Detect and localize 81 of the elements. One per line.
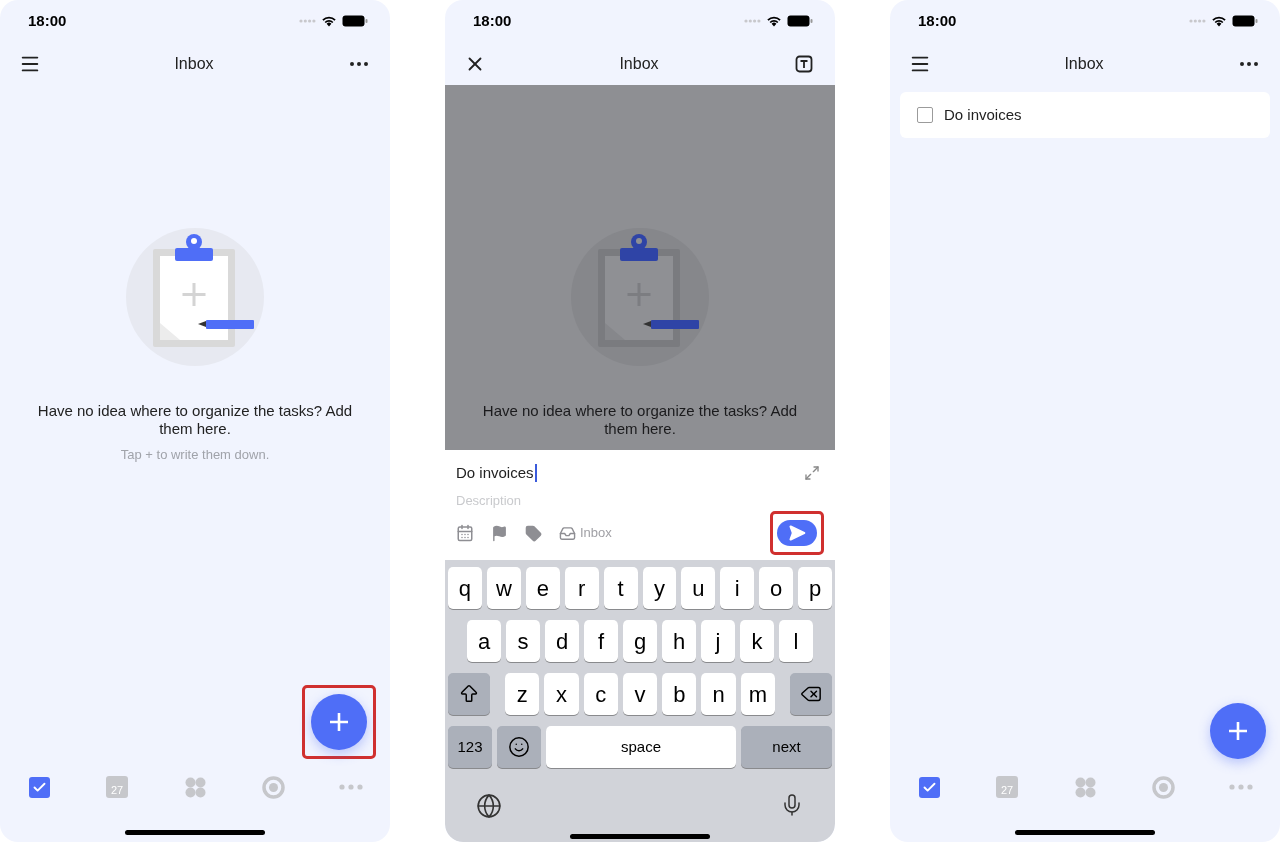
send-icon: [788, 524, 806, 542]
task-row[interactable]: Do invoices: [900, 92, 1270, 138]
checkbox-tab-icon: [28, 776, 50, 798]
keyboard-key[interactable]: l: [779, 620, 813, 662]
keyboard-key[interactable]: s: [506, 620, 540, 662]
keyboard-key[interactable]: b: [662, 673, 697, 715]
battery-icon: [1232, 15, 1258, 27]
shift-arrow-icon: [458, 683, 480, 705]
keyboard-key[interactable]: i: [720, 567, 755, 609]
keyboard-key[interactable]: m: [740, 673, 775, 715]
space-key[interactable]: space: [546, 726, 736, 768]
task-checkbox[interactable]: [917, 107, 933, 123]
screen-title: Inbox: [174, 53, 214, 74]
keyboard-key[interactable]: j: [701, 620, 735, 662]
shift-key[interactable]: [448, 673, 490, 715]
keyboard-key[interactable]: f: [584, 620, 618, 662]
keyboard-key[interactable]: h: [662, 620, 696, 662]
signal-icon: [744, 19, 761, 23]
keyboard-key[interactable]: d: [545, 620, 579, 662]
task-title: Do invoices: [944, 104, 1022, 125]
empty-state-hint: Tap + to write them down.: [120, 446, 270, 464]
text-box-icon: [795, 54, 813, 73]
keyboard-key[interactable]: z: [505, 673, 540, 715]
target-icon: [261, 775, 285, 799]
keyboard-key[interactable]: e: [525, 567, 560, 609]
send-button[interactable]: [777, 520, 817, 546]
emoji-key[interactable]: [497, 726, 541, 768]
add-task-button[interactable]: [311, 694, 367, 750]
task-title-field[interactable]: Do invoices: [456, 462, 537, 485]
keyboard-key[interactable]: o: [759, 567, 794, 609]
keyboard-key[interactable]: k: [740, 620, 774, 662]
keyboard-key[interactable]: n: [701, 673, 736, 715]
keyboard-key[interactable]: t: [603, 567, 638, 609]
more-icon: [339, 784, 363, 790]
signal-icon: [299, 19, 316, 23]
text-cursor: [534, 464, 537, 483]
calendar-icon[interactable]: [456, 524, 474, 542]
globe-icon[interactable]: [476, 793, 502, 819]
target-icon: [1151, 775, 1175, 799]
keyboard-key[interactable]: u: [681, 567, 716, 609]
delete-key[interactable]: [789, 673, 832, 715]
next-key[interactable]: next: [741, 726, 832, 768]
signal-icon: [1189, 19, 1206, 23]
keyboard-key[interactable]: a: [467, 620, 501, 662]
tasks-tab[interactable]: [918, 776, 940, 798]
screen-title: Inbox: [1064, 53, 1104, 74]
status-time: 18:00: [918, 10, 957, 31]
list-name: Inbox: [580, 524, 612, 543]
keyboard-key[interactable]: c: [583, 673, 618, 715]
tag-icon[interactable]: [525, 524, 542, 542]
four-petal-icon: [1074, 776, 1096, 798]
keyboard-key[interactable]: w: [486, 567, 521, 609]
add-task-button[interactable]: [1210, 703, 1266, 759]
status-time: 18:00: [473, 10, 512, 31]
wifi-icon: [766, 15, 782, 27]
tasks-tab[interactable]: [28, 776, 50, 798]
wifi-icon: [321, 15, 337, 27]
battery-icon: [342, 15, 368, 27]
status-time: 18:00: [28, 10, 67, 31]
numbers-key[interactable]: 123: [448, 726, 492, 768]
wifi-icon: [1211, 15, 1227, 27]
keyboard-key[interactable]: q: [448, 567, 482, 609]
screen-title: Inbox: [619, 53, 659, 74]
four-petal-icon: [184, 776, 206, 798]
more-icon: [1229, 784, 1253, 790]
keyboard-key[interactable]: x: [544, 673, 579, 715]
smiley-icon: [508, 736, 530, 758]
plus-icon: [328, 711, 350, 733]
keyboard-key[interactable]: p: [798, 567, 833, 609]
keyboard-key[interactable]: r: [564, 567, 599, 609]
inbox-icon: [559, 524, 576, 542]
empty-state-message: Have no idea where to organize the tasks? Add them here.: [36, 402, 354, 438]
keyboard-key[interactable]: g: [623, 620, 657, 662]
flag-icon[interactable]: [491, 524, 508, 542]
keyboard-key[interactable]: y: [642, 567, 677, 609]
plus-icon: [1227, 720, 1249, 742]
empty-state-message: Have no idea where to organize the tasks? Add them here.: [481, 402, 799, 438]
battery-icon: [787, 15, 813, 27]
checkbox-tab-icon: [918, 776, 940, 798]
expand-button[interactable]: [804, 465, 820, 482]
keyboard-key[interactable]: v: [622, 673, 658, 715]
